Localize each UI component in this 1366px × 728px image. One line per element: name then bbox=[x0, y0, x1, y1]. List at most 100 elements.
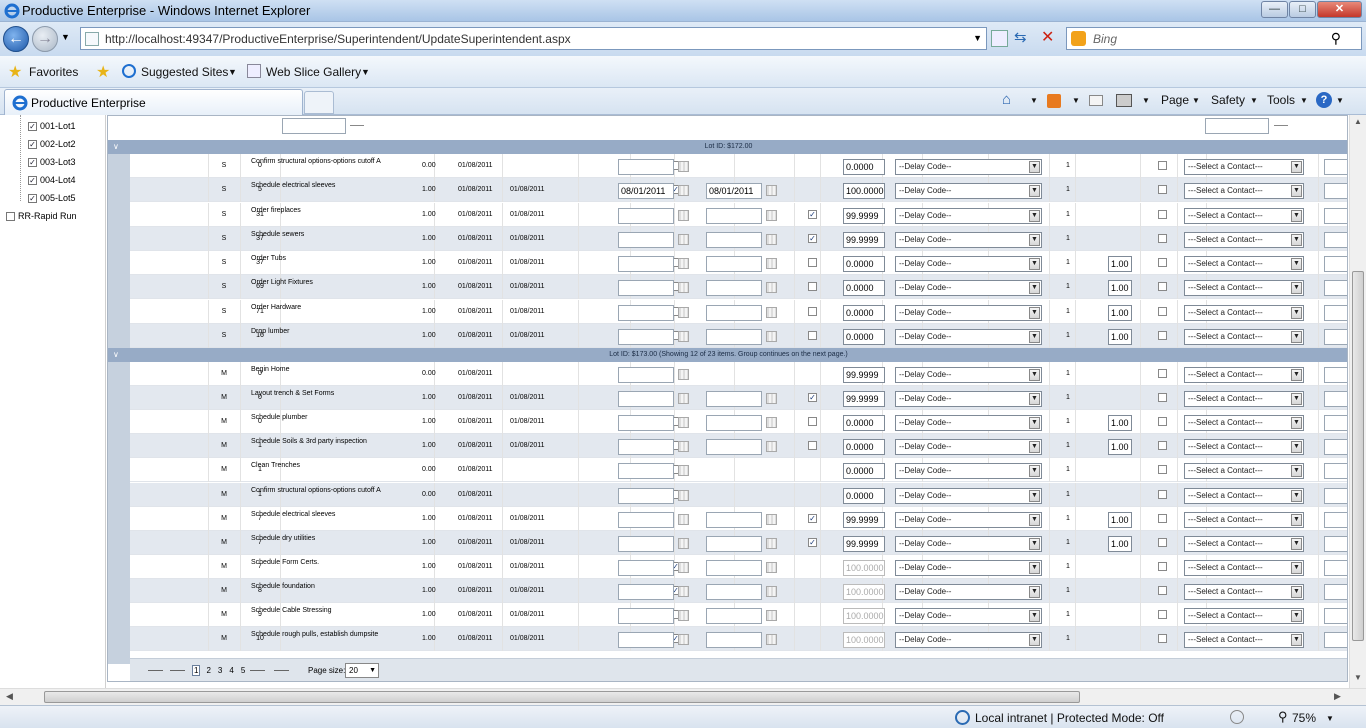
delay-code-select[interactable]: --Delay Code-- ▼ bbox=[895, 439, 1042, 456]
refresh-icon[interactable]: ⇆ bbox=[1014, 28, 1027, 46]
notify-checkbox[interactable] bbox=[1158, 282, 1167, 292]
contact-select[interactable]: ---Select a Contact--- ▼ bbox=[1184, 256, 1304, 272]
stop-icon[interactable]: ✕ bbox=[1041, 27, 1054, 47]
delay-code-select[interactable]: --Delay Code-- ▼ bbox=[895, 159, 1042, 175]
extra-input[interactable] bbox=[1324, 535, 1347, 552]
contact-select[interactable]: ---Select a Contact--- ▼ bbox=[1184, 159, 1304, 175]
percent-complete-input[interactable]: 100.0000 bbox=[843, 608, 885, 624]
tree-node[interactable]: RR-Rapid Run bbox=[6, 211, 77, 222]
tree-node-checkbox[interactable]: ✓ bbox=[28, 122, 37, 132]
contact-select[interactable]: ---Select a Contact--- ▼ bbox=[1184, 280, 1304, 297]
start-calendar-icon[interactable] bbox=[678, 393, 689, 405]
contact-select[interactable]: ---Select a Contact--- ▼ bbox=[1184, 535, 1304, 552]
contact-select[interactable]: ---Select a Contact--- ▼ bbox=[1184, 559, 1304, 576]
web-slice-gallery-link[interactable]: Web Slice Gallery bbox=[266, 65, 361, 79]
address-dropdown-icon[interactable]: ▼ bbox=[973, 33, 982, 43]
contact-select[interactable]: ---Select a Contact--- ▼ bbox=[1184, 304, 1304, 321]
tree-node[interactable]: ✓ 004-Lot4 bbox=[28, 175, 76, 186]
start-calendar-icon[interactable] bbox=[678, 489, 689, 501]
end-calendar-icon[interactable] bbox=[766, 258, 777, 269]
start-calendar-icon[interactable] bbox=[678, 330, 689, 342]
extra-input[interactable] bbox=[1324, 159, 1347, 175]
recent-pages-dropdown-icon[interactable]: ▼ bbox=[61, 32, 70, 42]
start-calendar-icon[interactable] bbox=[678, 258, 689, 269]
contact-select[interactable]: ---Select a Contact--- ▼ bbox=[1184, 511, 1304, 528]
notify-checkbox[interactable] bbox=[1158, 393, 1167, 403]
delay-code-select[interactable]: --Delay Code-- ▼ bbox=[895, 511, 1042, 528]
delay-code-select[interactable]: --Delay Code-- ▼ bbox=[895, 608, 1042, 624]
delay-code-select[interactable]: --Delay Code-- ▼ bbox=[895, 304, 1042, 321]
start-date-input[interactable] bbox=[618, 535, 674, 552]
percent-complete-input[interactable]: 0.0000 bbox=[843, 463, 885, 480]
end-date-input[interactable] bbox=[706, 535, 762, 552]
page-number-link[interactable]: 5 bbox=[240, 666, 246, 675]
start-date-input[interactable] bbox=[618, 511, 674, 528]
delay-code-select[interactable]: --Delay Code-- ▼ bbox=[895, 415, 1042, 432]
start-calendar-icon[interactable] bbox=[678, 610, 689, 621]
verified-checkbox[interactable] bbox=[808, 417, 817, 427]
tree-node-checkbox[interactable]: ✓ bbox=[28, 158, 37, 168]
end-date-input[interactable] bbox=[706, 439, 762, 456]
forward-button[interactable]: → bbox=[32, 26, 58, 52]
page-menu[interactable]: Page bbox=[1161, 93, 1189, 107]
tree-node[interactable]: ✓ 005-Lot5 bbox=[28, 193, 76, 204]
percent-complete-input[interactable]: 99.9999 bbox=[843, 367, 885, 383]
hours-input[interactable]: 1.00 bbox=[1108, 535, 1132, 552]
end-date-input[interactable] bbox=[706, 415, 762, 432]
tree-node[interactable]: ✓ 001-Lot1 bbox=[28, 121, 76, 132]
percent-complete-input[interactable]: 100.0000 bbox=[843, 559, 885, 576]
delay-code-select[interactable]: --Delay Code-- ▼ bbox=[895, 487, 1042, 504]
start-date-input[interactable] bbox=[618, 256, 674, 272]
start-calendar-icon[interactable] bbox=[678, 561, 689, 573]
start-calendar-icon[interactable] bbox=[678, 209, 689, 221]
end-date-input[interactable] bbox=[706, 583, 762, 600]
extra-input[interactable] bbox=[1324, 583, 1347, 600]
hours-input[interactable]: 1.00 bbox=[1108, 328, 1132, 345]
scroll-up-icon[interactable]: ▲ bbox=[1354, 117, 1362, 126]
verified-checkbox[interactable]: ✓ bbox=[808, 233, 817, 243]
verified-checkbox[interactable] bbox=[808, 306, 817, 316]
horizontal-scroll-thumb[interactable] bbox=[44, 691, 1080, 703]
notify-checkbox[interactable] bbox=[1158, 306, 1167, 316]
contact-select[interactable]: ---Select a Contact--- ▼ bbox=[1184, 183, 1304, 200]
notify-checkbox[interactable] bbox=[1158, 561, 1167, 571]
read-mail-icon[interactable] bbox=[1089, 95, 1103, 106]
end-calendar-icon[interactable] bbox=[766, 185, 777, 197]
percent-complete-input[interactable]: 0.0000 bbox=[843, 328, 885, 345]
start-calendar-icon[interactable] bbox=[678, 369, 689, 380]
contact-select[interactable]: ---Select a Contact--- ▼ bbox=[1184, 367, 1304, 383]
page-size-select[interactable]: 20 ▼ bbox=[345, 663, 379, 678]
notify-checkbox[interactable] bbox=[1158, 585, 1167, 595]
web-slice-dropdown-icon[interactable]: ▼ bbox=[361, 67, 370, 77]
contact-select[interactable]: ---Select a Contact--- ▼ bbox=[1184, 463, 1304, 480]
tree-node-checkbox[interactable]: ✓ bbox=[28, 176, 37, 186]
start-calendar-icon[interactable] bbox=[678, 282, 689, 294]
delay-code-select[interactable]: --Delay Code-- ▼ bbox=[895, 463, 1042, 480]
safety-menu[interactable]: Safety bbox=[1211, 93, 1245, 107]
extra-input[interactable] bbox=[1324, 183, 1347, 200]
extra-input[interactable] bbox=[1324, 304, 1347, 321]
start-date-input[interactable] bbox=[618, 159, 674, 175]
tree-node[interactable]: ✓ 003-Lot3 bbox=[28, 157, 76, 168]
delay-code-select[interactable]: --Delay Code-- ▼ bbox=[895, 256, 1042, 272]
home-dropdown-icon[interactable]: ▼ bbox=[1030, 96, 1038, 105]
help-icon[interactable]: ? bbox=[1316, 92, 1332, 108]
notify-checkbox[interactable] bbox=[1158, 634, 1167, 644]
percent-complete-input[interactable]: 100.0000 bbox=[843, 632, 885, 649]
notify-checkbox[interactable] bbox=[1158, 161, 1167, 170]
verified-checkbox[interactable]: ✓ bbox=[808, 393, 817, 403]
page-number-link[interactable]: 3 bbox=[217, 666, 223, 675]
start-date-input[interactable] bbox=[618, 415, 674, 432]
contact-select[interactable]: ---Select a Contact--- ▼ bbox=[1184, 439, 1304, 456]
notify-checkbox[interactable] bbox=[1158, 417, 1167, 427]
notify-checkbox[interactable] bbox=[1158, 610, 1167, 619]
vertical-scrollbar[interactable]: ▲ ▼ bbox=[1349, 115, 1366, 688]
verified-checkbox[interactable] bbox=[808, 441, 817, 451]
start-date-input[interactable] bbox=[618, 367, 674, 383]
start-date-input[interactable] bbox=[618, 608, 674, 624]
notify-checkbox[interactable] bbox=[1158, 258, 1167, 267]
page-number-link[interactable]: 4 bbox=[228, 666, 234, 675]
maximize-button[interactable]: □ bbox=[1289, 1, 1316, 18]
end-calendar-icon[interactable] bbox=[766, 441, 777, 453]
percent-complete-input[interactable]: 0.0000 bbox=[843, 304, 885, 321]
